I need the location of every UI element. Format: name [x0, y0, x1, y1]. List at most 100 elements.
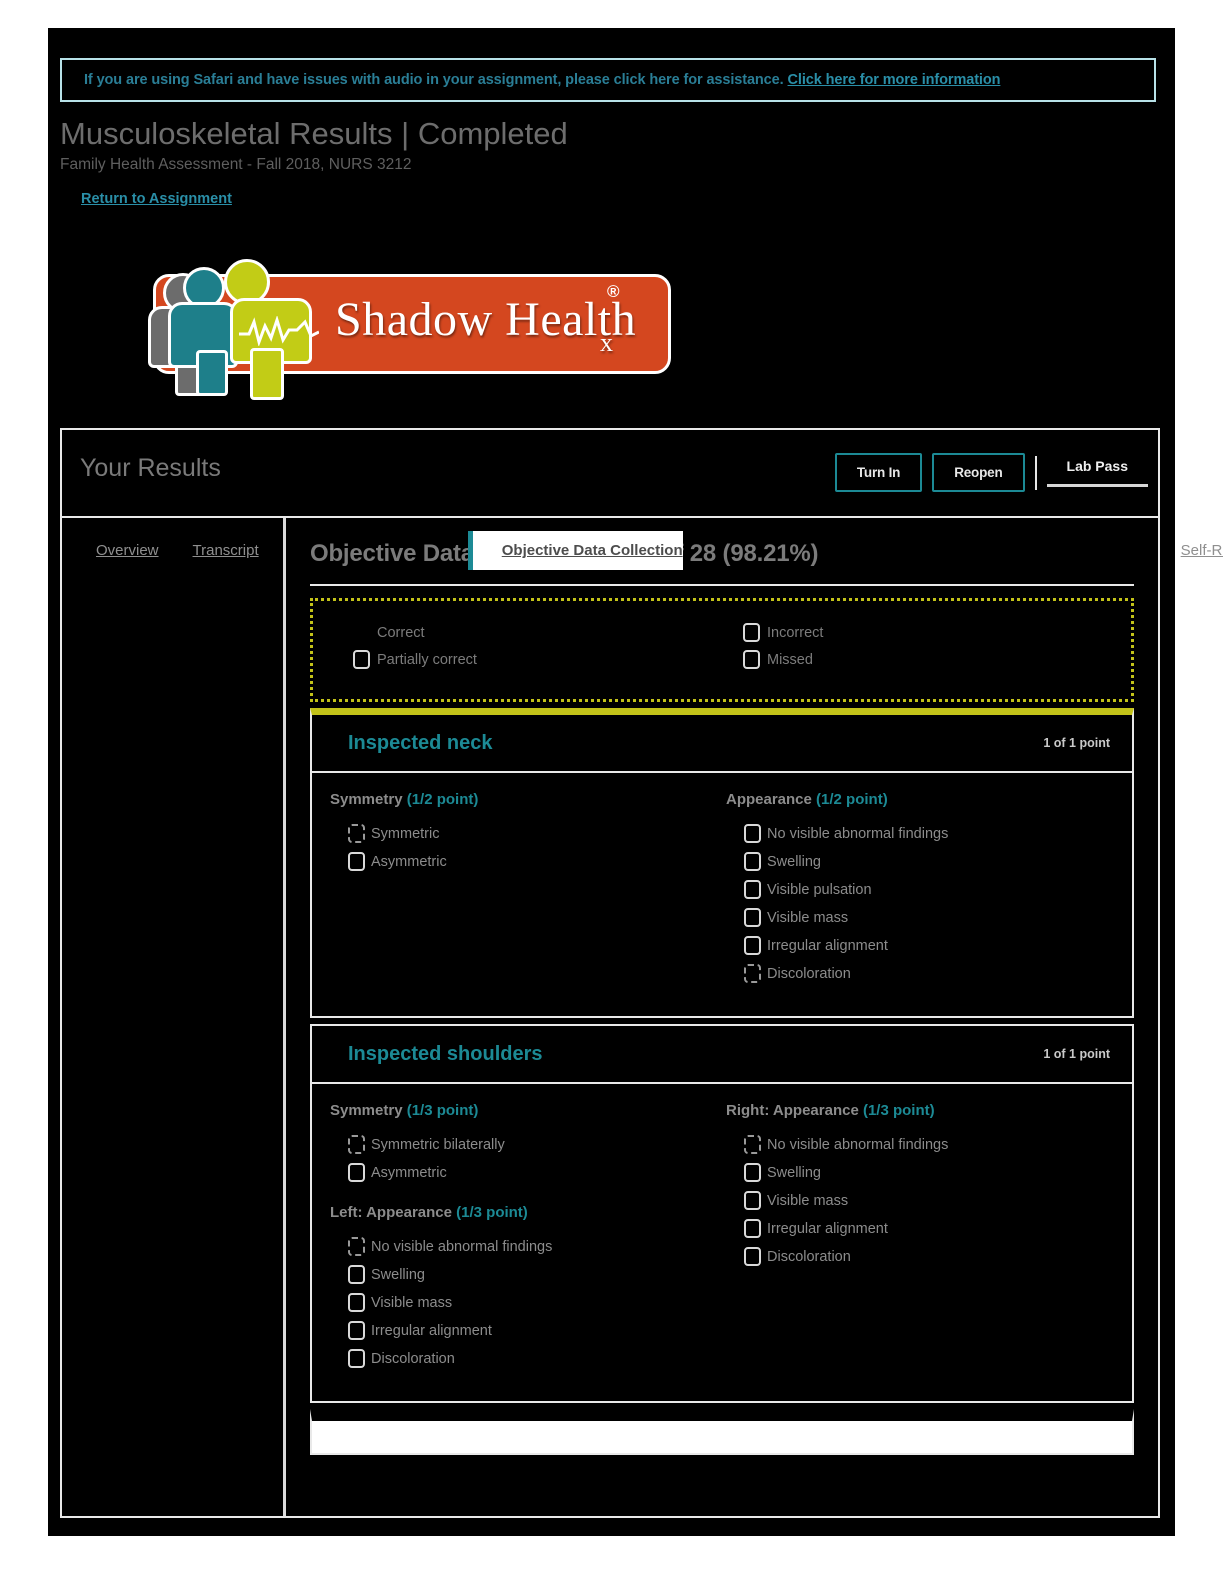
option-label: Swelling	[371, 1266, 425, 1283]
sidebar-item-objective-data-collection[interactable]: Objective Data Collection	[467, 531, 683, 570]
option-group-points: (1/3 point)	[406, 1102, 479, 1119]
checkbox-icon[interactable]	[744, 1163, 761, 1182]
app-frame: If you are using Safari and have issues …	[48, 28, 1223, 1536]
checkbox-icon[interactable]	[348, 824, 365, 843]
option-row[interactable]: Asymmetric	[348, 852, 726, 871]
option-row[interactable]: Swelling	[744, 852, 1110, 871]
checkbox-icon[interactable]	[744, 964, 761, 983]
legend-item-label: Incorrect	[767, 624, 824, 641]
option-group-title: Right: Appearance (1/3 point)	[726, 1102, 1110, 1119]
lab-pass-button[interactable]: Lab Pass	[1046, 458, 1148, 487]
results-body: OverviewTranscriptSubjective Data Collec…	[62, 518, 1223, 1516]
checkbox-icon[interactable]	[744, 908, 761, 927]
registered-trademark-icon: ®	[607, 282, 620, 301]
checkbox-icon[interactable]	[744, 936, 761, 955]
checkbox-icon[interactable]	[744, 1191, 761, 1210]
option-row[interactable]: Irregular alignment	[744, 1219, 1110, 1238]
option-row[interactable]: Discoloration	[348, 1349, 726, 1368]
sidebar-item-self-reflection[interactable]: Self-Reflection	[1147, 531, 1223, 570]
option-row[interactable]: No visible abnormal findings	[348, 1237, 726, 1256]
checkbox-icon	[353, 623, 370, 642]
checkbox-icon[interactable]	[348, 1237, 365, 1256]
option-row[interactable]: Swelling	[348, 1265, 726, 1284]
option-group: Appearance (1/2 point) No visible abnorma…	[726, 791, 1110, 983]
checkbox-icon[interactable]	[348, 1163, 365, 1182]
option-row[interactable]: Visible mass	[348, 1293, 726, 1312]
option-row[interactable]: Swelling	[744, 1163, 1110, 1182]
section-body: Symmetry (1/3 point) Symmetric bilaterall…	[312, 1084, 1132, 1401]
section-title: Inspected shoulders	[348, 1042, 543, 1065]
section-columns: Symmetry (1/2 point) Symmetric Asymmetric A…	[330, 791, 1110, 992]
checkbox-icon[interactable]	[348, 1135, 365, 1154]
checkbox-icon[interactable]	[348, 1349, 365, 1368]
banner-message: If you are using Safari and have issues …	[62, 72, 1000, 88]
sidebar-item-overview[interactable]: Overview	[62, 531, 159, 570]
logo-figure-teal-leg	[196, 350, 228, 396]
page-title-separator: |	[401, 116, 410, 151]
legend-item-label: Missed	[767, 651, 813, 668]
option-row[interactable]: Symmetric bilaterally	[348, 1135, 726, 1154]
checkbox-icon[interactable]	[744, 852, 761, 871]
legend-grid: Correct Incorrect Partially correct Missed	[353, 623, 1131, 669]
checkbox-icon[interactable]	[744, 1135, 761, 1154]
checkbox-icon	[353, 650, 370, 669]
results-sidebar: OverviewTranscriptSubjective Data Collec…	[62, 518, 1223, 1516]
option-row[interactable]: Visible pulsation	[744, 880, 1110, 899]
checkbox-icon[interactable]	[744, 1247, 761, 1266]
option-label: Swelling	[767, 1164, 821, 1181]
option-group-name: Right: Appearance	[726, 1102, 863, 1119]
checkbox-icon[interactable]	[744, 880, 761, 899]
checkbox-icon[interactable]	[348, 852, 365, 871]
close-icon[interactable]	[1177, 74, 1195, 94]
action-divider	[1034, 455, 1037, 490]
section-points: 1 of 1 point	[1043, 736, 1110, 750]
option-group-name: Symmetry	[330, 1102, 407, 1119]
option-row[interactable]: Discoloration	[744, 964, 1110, 983]
reopen-button[interactable]: Reopen	[932, 453, 1025, 492]
option-group-points: (1/2 point)	[406, 791, 479, 808]
checkbox-icon[interactable]	[744, 1219, 761, 1238]
section-body: Symmetry (1/2 point) Symmetric Asymmetric A…	[312, 773, 1132, 1016]
page-subtitle: Family Health Assessment - Fall 2018, NU…	[60, 156, 412, 173]
section-column-left: Symmetry (1/2 point) Symmetric Asymmetric	[330, 791, 726, 992]
option-row[interactable]: No visible abnormal findings	[744, 824, 1110, 843]
option-row[interactable]: Symmetric	[348, 824, 726, 843]
banner-more-info-link[interactable]: Click here for more information	[788, 72, 1001, 88]
legend-item-partially-correct: Partially correct	[353, 650, 743, 669]
section-title: Inspected neck	[348, 731, 493, 754]
sidebar-item-label: Transcript	[192, 542, 259, 559]
section-header: Inspected shoulders 1 of 1 point	[312, 1026, 1132, 1084]
option-label: Visible mass	[371, 1294, 453, 1311]
option-label: Visible mass	[767, 1192, 849, 1209]
scoring-legend: Correct Incorrect Partially correct Missed	[310, 598, 1134, 702]
option-row[interactable]: Irregular alignment	[744, 936, 1110, 955]
return-to-assignment-link[interactable]: Return to Assignment	[81, 191, 232, 207]
sidebar-item-label: Self-Reflection	[1180, 542, 1223, 559]
checkbox-icon[interactable]	[744, 824, 761, 843]
assessment-section: Inspected neck 1 of 1 point Symmetry (1/2 …	[310, 708, 1134, 1018]
option-group-name: Left: Appearance	[330, 1204, 457, 1221]
legend-item-missed: Missed	[743, 650, 1131, 669]
legend-item-incorrect: Incorrect	[743, 623, 1131, 642]
option-row[interactable]: No visible abnormal findings	[744, 1135, 1110, 1154]
option-label: Discoloration	[767, 1248, 851, 1265]
checkbox-icon[interactable]	[348, 1265, 365, 1284]
option-group-title: Left: Appearance (1/3 point)	[330, 1204, 726, 1221]
option-row[interactable]: Irregular alignment	[348, 1321, 726, 1340]
section-columns: Symmetry (1/3 point) Symmetric bilaterall…	[330, 1102, 1110, 1377]
option-row[interactable]: Visible mass	[744, 1191, 1110, 1210]
option-group: Symmetry (1/2 point) Symmetric Asymmetric	[330, 791, 726, 871]
option-label: Visible mass	[767, 909, 849, 926]
content-scrollbar[interactable]	[1148, 518, 1156, 1516]
option-label: No visible abnormal findings	[767, 825, 949, 842]
option-group-title: Appearance (1/2 point)	[726, 791, 1110, 808]
option-row[interactable]: Discoloration	[744, 1247, 1110, 1266]
checkbox-icon[interactable]	[348, 1293, 365, 1312]
option-label: Asymmetric	[371, 1164, 447, 1181]
turn-in-button[interactable]: Turn In	[834, 453, 923, 492]
results-title: Your Results	[80, 454, 221, 482]
option-row[interactable]: Visible mass	[744, 908, 1110, 927]
option-row[interactable]: Asymmetric	[348, 1163, 726, 1182]
checkbox-icon[interactable]	[348, 1321, 365, 1340]
sidebar-item-transcript[interactable]: Transcript	[159, 531, 259, 570]
